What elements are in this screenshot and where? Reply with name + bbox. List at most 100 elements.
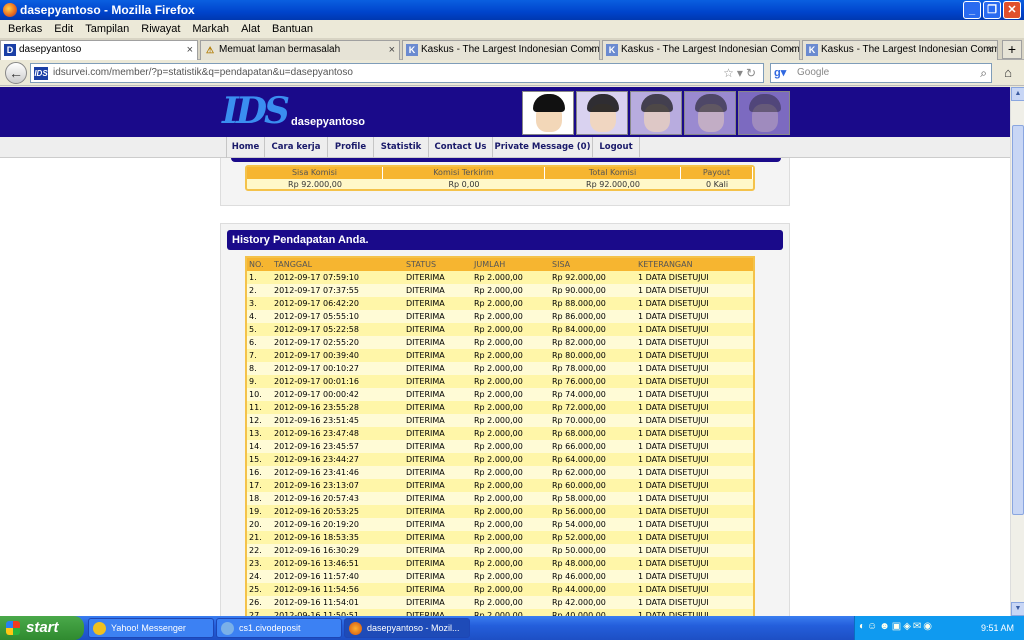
row-keterangan: 1 DATA DISETUJUI [638,520,709,529]
row-status: DITERIMA [406,546,445,555]
minimize-button[interactable]: _ [963,1,981,19]
nav-statistik[interactable]: Statistik [373,137,428,158]
restore-button[interactable]: ❐ [983,1,1001,19]
search-input[interactable]: g▾ Google ⌕ [770,63,992,83]
nav-private-message[interactable]: Private Message (0) [492,137,592,158]
ie-icon [221,622,234,635]
clock: 9:51 AM [980,623,1014,633]
nav-profile[interactable]: Profile [327,137,373,158]
row-tanggal: 2012-09-16 23:55:28 [274,403,359,412]
close-button[interactable]: ✕ [1003,1,1021,19]
row-sisa: Rp 86.000,00 [552,312,606,321]
panel-bar [231,158,781,162]
row-status: DITERIMA [406,507,445,516]
row-sisa: Rp 64.000,00 [552,455,606,464]
tab-bar: D dasepyantoso × ⚠ Memuat laman bermasal… [0,38,1024,61]
avatar [684,91,736,135]
tab-close-icon[interactable]: × [389,41,395,59]
row-jumlah: Rp 2.000,00 [474,533,523,542]
col-tanggal: TANGGAL [274,260,313,269]
scroll-thumb[interactable] [1012,125,1024,515]
menu-berkas[interactable]: Berkas [2,20,48,38]
tray-icons[interactable]: ◐☺☻▣◈✉◉ [859,621,934,632]
row-jumlah: Rp 2.000,00 [474,585,523,594]
row-tanggal: 2012-09-17 02:55:20 [274,338,359,347]
row-no: 9. [249,377,257,386]
home-icon[interactable]: ⌂ [998,63,1018,83]
row-sisa: Rp 72.000,00 [552,403,606,412]
row-tanggal: 2012-09-16 20:57:43 [274,494,359,503]
tab-label: Kaskus - The Largest Indonesian Commu... [421,44,600,55]
tab-dasepyantoso[interactable]: D dasepyantoso × [0,40,198,61]
row-no: 15. [249,455,262,464]
menu-alat[interactable]: Alat [235,20,266,38]
task-firefox[interactable]: dasepyantoso - Mozil... [344,618,470,638]
kaskus-favicon-icon: K [406,44,418,56]
row-status: DITERIMA [406,312,445,321]
row-jumlah: Rp 2.000,00 [474,429,523,438]
task-yahoo-messenger[interactable]: Yahoo! Messenger [88,618,214,638]
bookmark-star-icon[interactable]: ☆▾↻ [723,64,759,82]
back-button[interactable]: ← [5,62,27,84]
row-status: DITERIMA [406,273,445,282]
ids-logo[interactable]: IDS [222,91,290,131]
row-no: 8. [249,364,257,373]
row-status: DITERIMA [406,416,445,425]
row-status: DITERIMA [406,377,445,386]
row-sisa: Rp 54.000,00 [552,520,606,529]
col-no: NO. [249,260,264,269]
row-tanggal: 2012-09-16 16:30:29 [274,546,359,555]
tab-close-icon[interactable]: × [187,41,193,59]
menu-markah[interactable]: Markah [186,20,235,38]
start-button[interactable]: start [0,616,84,640]
row-sisa: Rp 70.000,00 [552,416,606,425]
row-status: DITERIMA [406,442,445,451]
tab-kaskus-3[interactable]: K Kaskus - The Largest Indonesian Commu.… [802,40,998,60]
row-sisa: Rp 42.000,00 [552,598,606,607]
windows-flag-icon [6,621,20,635]
komisi-header: Sisa Komisi [247,167,383,179]
row-jumlah: Rp 2.000,00 [474,364,523,373]
ids-favicon-icon: D [4,44,16,56]
nav-cara-kerja[interactable]: Cara kerja [264,137,327,158]
row-keterangan: 1 DATA DISETUJUI [638,585,709,594]
nav-contact-us[interactable]: Contact Us [428,137,492,158]
kaskus-favicon-icon: K [806,44,818,56]
table-row: 20. 2012-09-16 20:19:20 DITERIMA Rp 2.000,0… [247,518,753,531]
menu-tampilan[interactable]: Tampilan [79,20,135,38]
tab-kaskus-2[interactable]: K Kaskus - The Largest Indonesian Commu.… [602,40,800,60]
row-sisa: Rp 40.000,00 [552,611,606,616]
scroll-up-icon[interactable]: ▲ [1011,87,1024,101]
scroll-down-icon[interactable]: ▼ [1011,602,1024,616]
row-sisa: Rp 48.000,00 [552,559,606,568]
task-civodeposit[interactable]: cs1.civodeposit [216,618,342,638]
vertical-scrollbar[interactable]: ▲ ▼ [1010,87,1024,616]
row-status: DITERIMA [406,598,445,607]
row-keterangan: 1 DATA DISETUJUI [638,572,709,581]
row-no: 25. [249,585,262,594]
tab-memuat[interactable]: ⚠ Memuat laman bermasalah × [200,40,400,60]
row-status: DITERIMA [406,611,445,616]
row-tanggal: 2012-09-17 00:01:16 [274,377,359,386]
url-bar[interactable]: IDS idsurvei.com/member/?p=statistik&q=p… [30,63,764,83]
row-no: 24. [249,572,262,581]
table-row: 7. 2012-09-17 00:39:40 DITERIMA Rp 2.000,00… [247,349,753,362]
table-row: 1. 2012-09-17 07:59:10 DITERIMA Rp 2.000,00… [247,271,753,284]
new-tab-button[interactable]: + [1002,40,1022,59]
menu-edit[interactable]: Edit [48,20,79,38]
row-jumlah: Rp 2.000,00 [474,312,523,321]
tab-close-icon[interactable]: × [789,41,795,59]
search-icon[interactable]: ⌕ [980,64,987,82]
menu-riwayat[interactable]: Riwayat [135,20,186,38]
tab-close-icon[interactable]: × [987,41,993,59]
row-jumlah: Rp 2.000,00 [474,598,523,607]
row-tanggal: 2012-09-16 23:47:48 [274,429,359,438]
nav-logout[interactable]: Logout [592,137,640,158]
nav-home[interactable]: Home [226,137,264,158]
window-title: dasepyantoso - Mozilla Firefox [20,3,195,17]
komisi-header: Komisi Terkirim [383,167,545,179]
tab-close-icon[interactable]: × [589,41,595,59]
row-jumlah: Rp 2.000,00 [474,351,523,360]
menu-bantuan[interactable]: Bantuan [266,20,319,38]
tab-kaskus-1[interactable]: K Kaskus - The Largest Indonesian Commu.… [402,40,600,60]
